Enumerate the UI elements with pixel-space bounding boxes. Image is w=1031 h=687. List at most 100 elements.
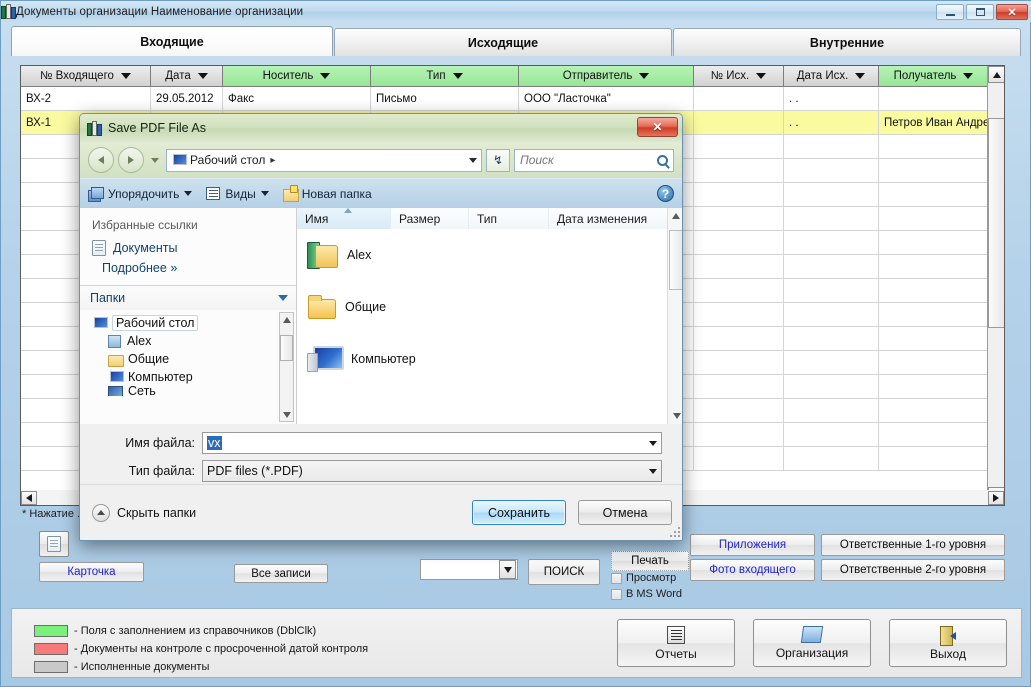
list-item[interactable]: Компьютер (297, 333, 683, 385)
list-item[interactable]: Alex (297, 229, 683, 281)
column-header-outgoing-number[interactable]: № Исх. (694, 66, 784, 87)
help-button[interactable]: ? (657, 185, 674, 202)
file-column-size[interactable]: Размер (391, 208, 469, 229)
minimize-button[interactable] (936, 4, 964, 20)
tree-scroll-up[interactable] (280, 313, 293, 326)
attachments-button[interactable]: Приложения (690, 534, 815, 556)
organization-button[interactable]: Организация (753, 619, 871, 667)
desktop-icon (92, 317, 106, 329)
column-header-incoming-number[interactable]: № Входящего (21, 66, 151, 87)
refresh-button[interactable]: ↯ (486, 149, 510, 172)
new-folder-button[interactable]: Новая папка (283, 187, 372, 201)
cell-empty (784, 183, 879, 207)
tree-item-desktop[interactable]: Рабочий стол (80, 314, 296, 332)
breadcrumb-separator[interactable]: ▸ (270, 155, 275, 166)
tree-scrollbar[interactable] (279, 312, 294, 422)
tab-internal[interactable]: Внутренние (673, 28, 1021, 56)
chevron-down-icon[interactable] (320, 73, 330, 79)
chevron-down-icon[interactable] (184, 191, 192, 196)
chevron-down-icon[interactable] (963, 73, 973, 79)
scroll-left-button[interactable] (21, 491, 37, 505)
column-header-carrier[interactable]: Носитель (223, 66, 371, 87)
tree-item-alex[interactable]: Alex (80, 332, 296, 350)
file-column-type[interactable]: Тип (469, 208, 549, 229)
forward-button[interactable] (118, 147, 144, 173)
file-list-scrollbar[interactable] (667, 208, 683, 424)
chevron-down-icon[interactable] (855, 73, 865, 79)
dialog-close-button[interactable]: ✕ (637, 117, 678, 137)
list-scroll-up[interactable] (668, 208, 683, 224)
filetype-select[interactable]: PDF files (*.PDF) (202, 460, 662, 482)
chevron-down-icon[interactable] (278, 295, 288, 301)
tab-outgoing[interactable]: Исходящие (334, 28, 672, 56)
tree-scroll-down[interactable] (280, 408, 293, 421)
tree-scroll-thumb[interactable] (280, 335, 293, 361)
reports-button[interactable]: Отчеты (617, 619, 735, 667)
address-bar[interactable]: Рабочий стол ▸ (166, 149, 482, 172)
cell-outgoing-date: . . (784, 87, 879, 111)
history-chevron-icon[interactable] (151, 158, 159, 163)
chevron-down-icon[interactable] (453, 73, 463, 79)
chevron-down-icon[interactable] (198, 73, 208, 79)
scrollbar-thumb[interactable] (988, 118, 1005, 328)
list-scroll-down[interactable] (668, 408, 683, 424)
file-column-name[interactable]: Имя (297, 208, 391, 229)
exit-button[interactable]: Выход (889, 619, 1007, 667)
cell-empty (784, 375, 879, 399)
column-header-recipient[interactable]: Получатель (879, 66, 989, 87)
cell-empty (694, 135, 784, 159)
chevron-down-icon[interactable] (756, 73, 766, 79)
chevron-down-icon[interactable] (649, 441, 657, 446)
views-menu[interactable]: Виды (206, 187, 268, 201)
column-header-outgoing-date[interactable]: Дата Исх. (784, 66, 879, 87)
favorite-item-documents[interactable]: Документы (80, 238, 296, 258)
chevron-down-icon[interactable] (639, 73, 649, 79)
chevron-down-icon[interactable] (499, 560, 516, 579)
close-button[interactable]: ✕ (996, 4, 1028, 20)
maximize-button[interactable] (966, 4, 994, 20)
tree-item-network[interactable]: Сеть (80, 386, 296, 396)
organize-menu[interactable]: Упорядочить (88, 187, 192, 201)
responsible-level1-button[interactable]: Ответственные 1-го уровня (821, 534, 1005, 556)
print-button[interactable]: Печать (611, 551, 689, 571)
new-document-button[interactable] (39, 531, 69, 557)
tab-incoming[interactable]: Входящие (11, 26, 333, 56)
chevron-down-icon[interactable] (261, 191, 269, 196)
chevron-down-icon[interactable] (469, 158, 477, 163)
cell-recipient (879, 87, 989, 111)
msword-checkbox-row[interactable]: В MS Word (611, 588, 682, 600)
file-column-modified[interactable]: Дата изменения (549, 208, 679, 229)
chevron-down-icon[interactable] (121, 73, 131, 79)
hide-folders-button[interactable]: Скрыть папки (92, 504, 196, 522)
tree-item-shared[interactable]: Общие (80, 350, 296, 368)
search-button[interactable]: ПОИСК (528, 559, 600, 585)
scroll-up-button[interactable] (988, 66, 1005, 83)
filename-input[interactable]: vx (202, 432, 662, 454)
list-item[interactable]: Общие (297, 281, 683, 333)
scroll-right-button[interactable] (988, 491, 1004, 505)
resize-grip-icon[interactable] (669, 526, 681, 538)
search-filter-combo[interactable] (420, 559, 518, 580)
table-row[interactable]: ВХ-2 29.05.2012 Факс Письмо ООО "Ласточк… (21, 87, 1004, 111)
window-title: Документы организации Наименование орган… (16, 6, 303, 18)
preview-checkbox-row[interactable]: Просмотр (611, 572, 676, 584)
all-records-button[interactable]: Все записи (234, 564, 328, 583)
tree-item-computer[interactable]: Компьютер (80, 368, 296, 386)
more-link[interactable]: Подробнее » (80, 258, 296, 279)
back-button[interactable] (88, 147, 114, 173)
photo-button[interactable]: Фото входящего (690, 559, 815, 581)
search-input[interactable]: Поиск (514, 149, 674, 172)
folders-header[interactable]: Папки (80, 285, 296, 310)
column-header-type[interactable]: Тип (371, 66, 519, 87)
responsible-level2-button[interactable]: Ответственные 2-го уровня (821, 559, 1005, 581)
chevron-down-icon[interactable] (649, 469, 657, 474)
card-button[interactable]: Карточка (39, 562, 144, 582)
column-header-date[interactable]: Дата (151, 66, 223, 87)
list-scroll-thumb[interactable] (669, 230, 683, 290)
save-button[interactable]: Сохранить (472, 500, 566, 525)
preview-checkbox[interactable] (611, 573, 622, 584)
grid-vertical-scrollbar[interactable] (987, 66, 1004, 504)
cancel-button[interactable]: Отмена (578, 500, 672, 525)
column-header-sender[interactable]: Отправитель (519, 66, 694, 87)
msword-checkbox[interactable] (611, 589, 622, 600)
